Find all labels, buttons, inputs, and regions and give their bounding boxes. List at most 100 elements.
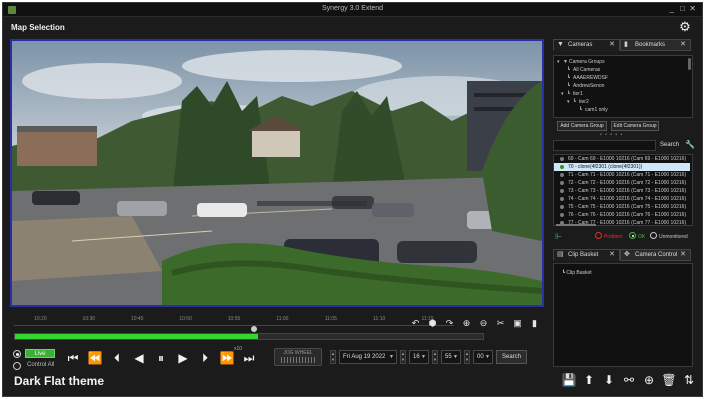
camera-list-item[interactable]: 73 - Cam 73 - E1000 10216 (Cam 73 - E100…: [554, 187, 690, 195]
status-filter-problem[interactable]: Problem: [595, 232, 623, 240]
status-filter-unmonitored[interactable]: Unmonitored: [650, 232, 688, 240]
camera-group-tree: ▾ ▼Camera Groups ┗ All Cameras ┗ AAAEREWDSF…: [553, 55, 693, 118]
tree-item[interactable]: ┗ AAAEREWDSF: [567, 75, 608, 81]
tree-item-label: cam1 only: [585, 107, 608, 113]
date-field[interactable]: Fri Aug 19 2022 ▼: [339, 350, 397, 364]
playback-search-button[interactable]: Search: [496, 350, 528, 364]
close-icon[interactable]: ✕: [680, 250, 686, 260]
camera-label: 72 - Cam 72 - E1000 10216 (Cam 72 - E100…: [568, 180, 687, 186]
zoom-in-icon[interactable]: ⊕: [461, 318, 472, 329]
tab-bookmarks[interactable]: ▮ Bookmarks ✕: [620, 39, 691, 51]
tree-item[interactable]: ▾ ┗ tier2: [567, 99, 589, 105]
tab-camera-control[interactable]: ✥ Camera Control ✕: [620, 249, 691, 261]
hour-spinner[interactable]: ▲ ▼: [400, 350, 406, 364]
second-field[interactable]: 00 ▼: [473, 350, 493, 364]
video-viewport[interactable]: [10, 39, 544, 307]
camera-label: 74 - Cam 74 - E1000 10216 (Cam 74 - E100…: [568, 196, 687, 202]
status-filter-label: Unmonitored: [659, 233, 688, 240]
play-reverse-icon[interactable]: ◀: [130, 349, 148, 367]
tree-item[interactable]: ┗ cam1 only: [579, 107, 608, 113]
bookmark-add-icon[interactable]: ⬢: [427, 318, 438, 329]
export-icon[interactable]: ▣: [512, 318, 523, 329]
tree-view-icon[interactable]: ⊩: [555, 232, 562, 241]
minimize-button[interactable]: _: [670, 4, 674, 13]
timeline-tools: ↶ ⬢ ↷ ⊕ ⊖ ✂ ▣ ▮: [410, 318, 540, 329]
camera-search-input[interactable]: [553, 140, 656, 151]
speed-indicator: x10: [234, 346, 243, 352]
status-filter-ok[interactable]: OK: [629, 232, 645, 240]
arrow-up-icon[interactable]: ⬆: [581, 372, 597, 388]
add-camera-group-button[interactable]: Add Camera Group: [557, 121, 607, 131]
tab-clip-basket[interactable]: ▤ Clip Basket ✕: [553, 249, 620, 261]
add-icon[interactable]: ⊕: [641, 372, 657, 388]
timeline-tick: 10:20: [34, 316, 47, 322]
timeline-tick: 11:05: [324, 316, 337, 322]
unlink-icon[interactable]: ⚯: [621, 372, 637, 388]
second-spinner[interactable]: ▲ ▼: [464, 350, 470, 364]
play-icon[interactable]: ▶: [174, 349, 192, 367]
camera-status-dot: [560, 197, 564, 201]
camera-list-item[interactable]: 69 - Cam 69 - E1000 10216 (Cam 69 - E100…: [554, 155, 690, 163]
pause-icon[interactable]: ⏸: [152, 349, 170, 367]
camera-list-item[interactable]: 76 - Cam 76 - E1000 10216 (Cam 76 - E100…: [554, 211, 690, 219]
edit-camera-group-button[interactable]: Edit Camera Group: [611, 121, 659, 131]
hour-field[interactable]: 16 ▼: [409, 350, 429, 364]
tree-item[interactable]: ▾ ▼Camera Groups: [557, 59, 605, 65]
tree-scrollbar[interactable]: [688, 58, 691, 70]
camera-list-hscrollbar[interactable]: [556, 224, 596, 226]
basket-icon: ▤: [557, 251, 564, 258]
timeline-playhead[interactable]: [250, 326, 257, 332]
fast-rewind-icon[interactable]: ⏪: [86, 349, 104, 367]
close-button[interactable]: ✕: [689, 4, 696, 13]
wrench-icon[interactable]: 🔧: [685, 140, 695, 149]
minute-field[interactable]: 55 ▼: [441, 350, 461, 364]
splitter-handle[interactable]: • • • • •: [600, 132, 623, 138]
camera-list-item[interactable]: 75 - Cam 75 - E1000 10216 (Cam 75 - E100…: [554, 203, 690, 211]
tree-item-label: AAAEREWDSF: [573, 75, 609, 81]
close-icon[interactable]: ✕: [609, 250, 615, 260]
save-icon[interactable]: 💾: [561, 372, 577, 388]
settings-gear-icon[interactable]: ⚙: [678, 20, 692, 34]
radio-icon: [629, 232, 636, 239]
tree-item[interactable]: ┗ AndrewSenon: [567, 83, 604, 89]
jog-wheel[interactable]: JOG WHEEL: [274, 348, 322, 366]
zoom-out-icon[interactable]: ⊖: [478, 318, 489, 329]
timeline[interactable]: 10:20 10:30 10:40 10:50 10:55 11:00 11:0…: [10, 312, 544, 348]
sort-icon[interactable]: ⇅: [681, 372, 697, 388]
live-radio[interactable]: [13, 350, 21, 358]
timeline-bar[interactable]: [14, 333, 484, 340]
camera-search-button[interactable]: Search: [660, 142, 679, 148]
page-header: Map Selection ⚙: [3, 17, 702, 39]
minute-spinner[interactable]: ▲ ▼: [432, 350, 438, 364]
step-forward-icon[interactable]: ⏵: [196, 349, 214, 367]
camera-list-item[interactable]: 71 - Cam 71 - E1000 10216 (Cam 71 - E100…: [554, 171, 690, 179]
delete-icon[interactable]: 🗑: [661, 372, 677, 388]
camera-list-item[interactable]: 72 - Cam 72 - E1000 10216 (Cam 72 - E100…: [554, 179, 690, 187]
chevron-down-icon: ▼: [421, 354, 426, 360]
redo-icon[interactable]: ↷: [444, 318, 455, 329]
camera-list-item-selected[interactable]: 70 - clone(4f2301 (clone(4f2301)): [554, 163, 690, 171]
date-spinner[interactable]: ▲ ▼: [330, 350, 336, 364]
live-button[interactable]: Live: [25, 349, 55, 358]
close-icon[interactable]: ✕: [680, 40, 686, 50]
step-back-icon[interactable]: ⏴: [108, 349, 126, 367]
control-all-label: Control All: [27, 362, 55, 368]
undo-icon[interactable]: ↶: [410, 318, 421, 329]
tree-item-label: Camera Groups: [569, 59, 605, 65]
skip-to-end-icon[interactable]: ⏭: [240, 349, 258, 367]
camera-list-item[interactable]: 74 - Cam 74 - E1000 10216 (Cam 74 - E100…: [554, 195, 690, 203]
tree-item[interactable]: ┗ Clip Basket: [562, 270, 592, 276]
bookmark-icon[interactable]: ▮: [529, 318, 540, 329]
control-all-radio[interactable]: [13, 362, 21, 370]
tree-item-label: All Cameras: [573, 67, 601, 73]
tree-item[interactable]: ┗ All Cameras: [567, 67, 600, 73]
arrow-down-icon[interactable]: ⬇: [601, 372, 617, 388]
maximize-button[interactable]: □: [680, 4, 685, 13]
tree-item[interactable]: ▾ ┗ tier1: [561, 91, 583, 97]
cut-icon[interactable]: ✂: [495, 318, 506, 329]
tab-cameras[interactable]: ▼ Cameras ✕: [553, 39, 620, 51]
skip-to-start-icon[interactable]: ⏮: [64, 349, 82, 367]
tab-bookmarks-label: Bookmarks: [635, 42, 666, 48]
close-icon[interactable]: ✕: [609, 40, 615, 50]
radio-icon: [650, 232, 657, 239]
